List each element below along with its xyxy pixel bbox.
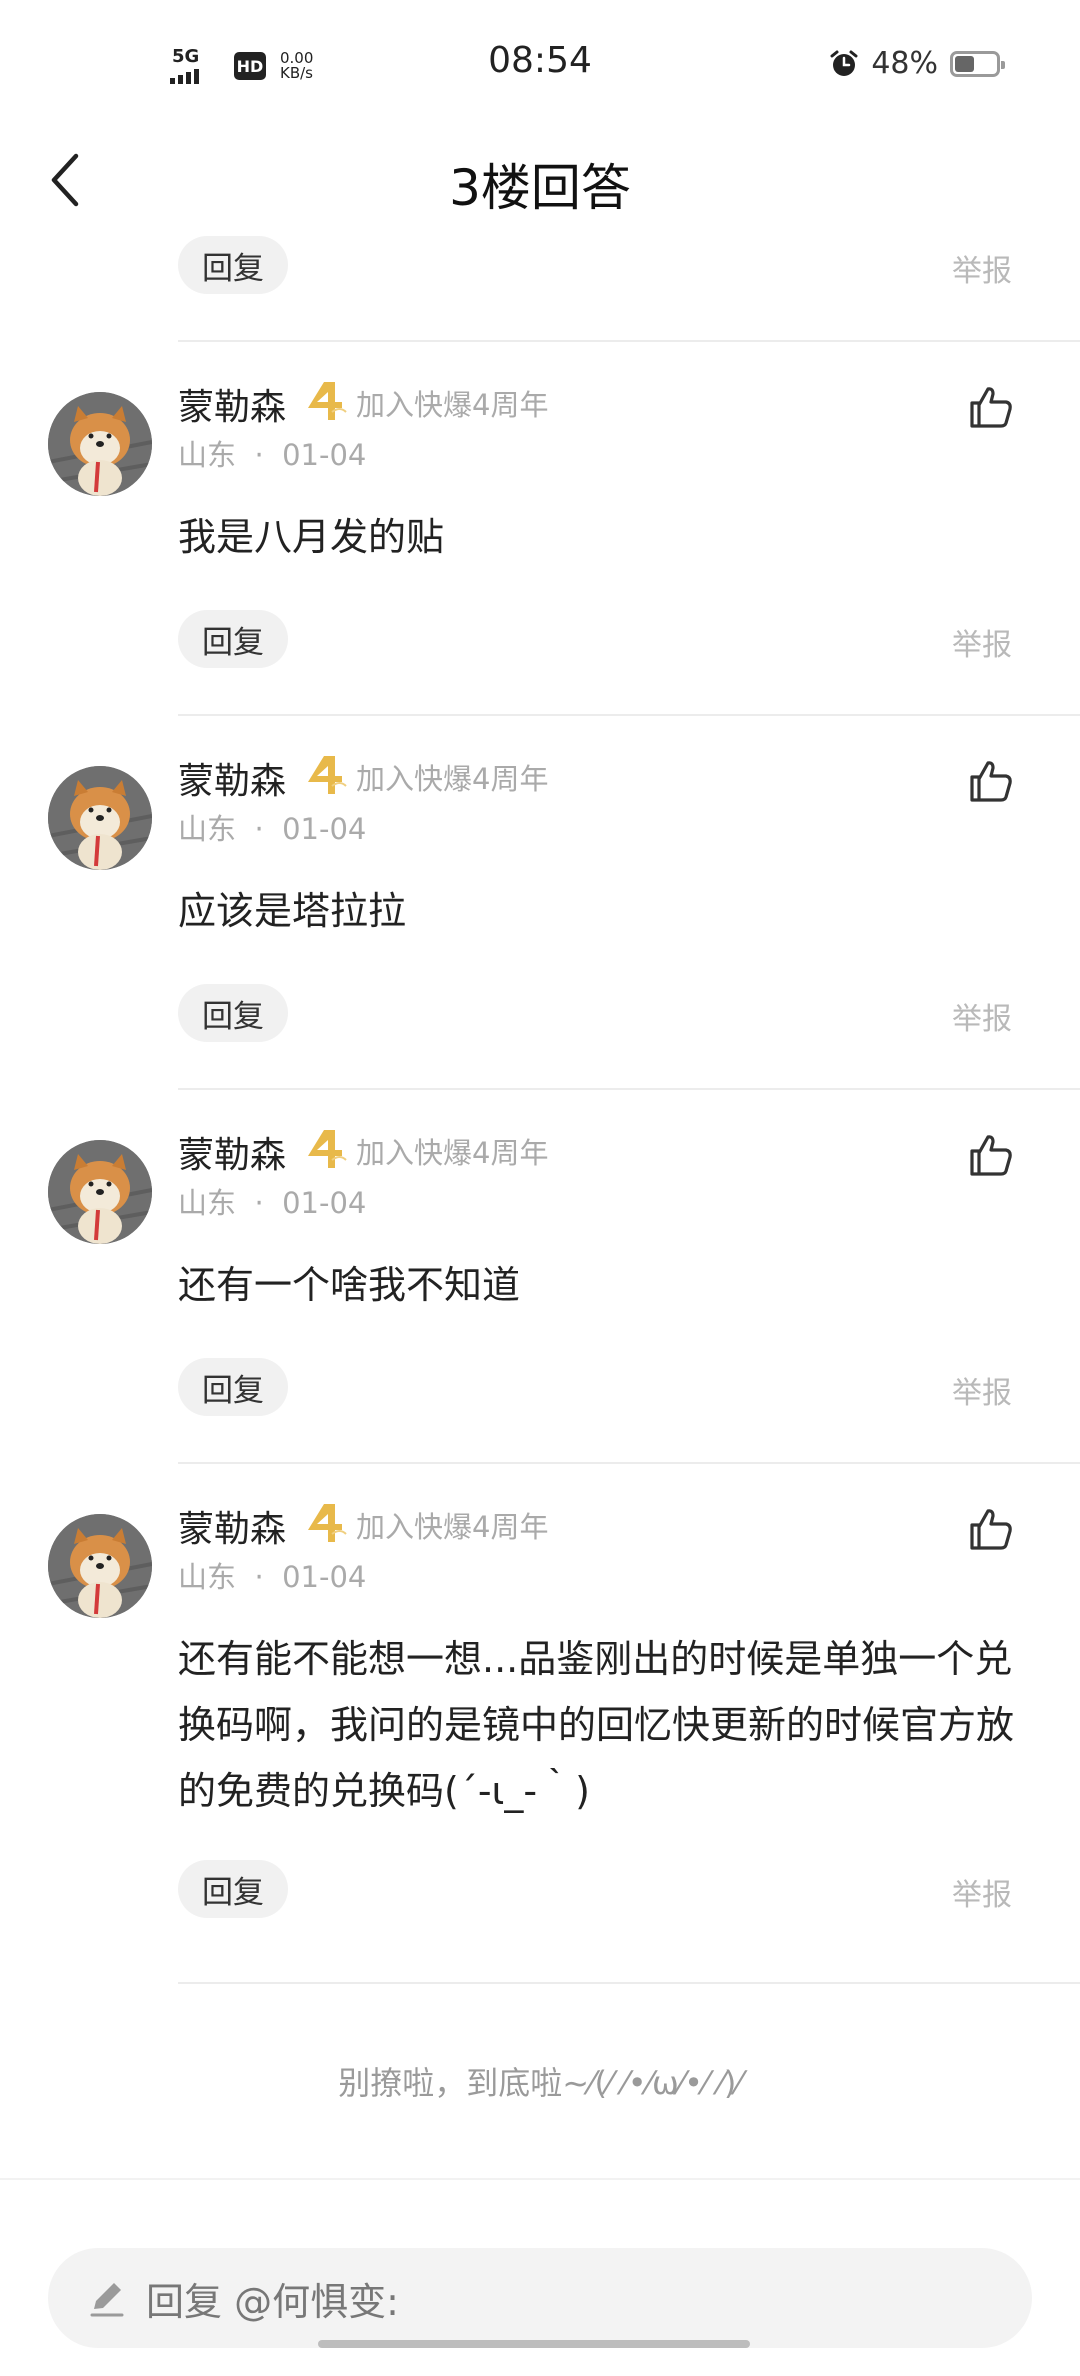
page-title: 3楼回答 xyxy=(449,159,631,217)
home-indicator[interactable] xyxy=(318,2340,750,2348)
reply-button[interactable]: 回复 xyxy=(178,984,288,1042)
battery-icon xyxy=(950,50,1005,77)
battery-percent: 48% xyxy=(871,46,938,81)
meta-separator: · xyxy=(254,1186,264,1220)
divider xyxy=(178,1088,1080,1090)
date: 01-04 xyxy=(282,1560,367,1594)
username[interactable]: 蒙勒森 xyxy=(178,1126,286,1178)
report-link[interactable]: 举报 xyxy=(952,1870,1012,1914)
anniversary-badge-icon xyxy=(308,382,347,420)
divider xyxy=(178,340,1080,342)
shiba-avatar-image xyxy=(48,392,152,496)
avatar[interactable] xyxy=(48,1514,152,1618)
page: 5G HD 0.00 KB/s 08:54 48% 3楼回答 回复 举报 蒙勒森… xyxy=(0,0,1080,2376)
comment-meta: 山东 · 01-04 xyxy=(178,432,366,474)
badge-text: 加入快爆4周年 xyxy=(356,762,549,796)
avatar[interactable] xyxy=(48,392,152,496)
anniversary-badge-icon xyxy=(308,756,347,794)
meta-separator: · xyxy=(254,1560,264,1594)
meta-separator: · xyxy=(254,812,264,846)
location: 山东 xyxy=(178,1186,237,1220)
status-right: 48% xyxy=(829,46,1005,81)
shiba-avatar-image xyxy=(48,1514,152,1618)
divider xyxy=(178,714,1080,716)
location: 山东 xyxy=(178,1560,237,1594)
thumbs-up-icon[interactable] xyxy=(966,382,1016,432)
date: 01-04 xyxy=(282,812,367,846)
comment-text: 应该是塔拉拉 xyxy=(178,889,407,933)
reply-button[interactable]: 回复 xyxy=(178,1860,288,1918)
badge-text: 加入快爆4周年 xyxy=(356,1510,549,1544)
thumbs-up-icon[interactable] xyxy=(966,756,1016,806)
comment-meta: 山东 · 01-04 xyxy=(178,806,366,848)
reply-button[interactable]: 回复 xyxy=(178,1358,288,1416)
location: 山东 xyxy=(178,438,237,472)
reply-input[interactable]: 回复 @何惧变: xyxy=(48,2248,1032,2348)
comment-text: 还有一个啥我不知道 xyxy=(178,1263,521,1307)
badge-text: 加入快爆4周年 xyxy=(356,388,549,422)
reply-input-placeholder: 回复 @何惧变: xyxy=(146,2279,399,2324)
avatar[interactable] xyxy=(48,766,152,870)
report-link[interactable]: 举报 xyxy=(952,994,1012,1038)
divider xyxy=(178,1462,1080,1464)
reply-button[interactable]: 回复 xyxy=(178,236,288,294)
shiba-avatar-image xyxy=(48,1140,152,1244)
location: 山东 xyxy=(178,812,237,846)
comment-text: 我是八月发的贴 xyxy=(178,515,445,559)
status-bar: 5G HD 0.00 KB/s 08:54 48% xyxy=(0,0,1080,130)
comment-text: 还有能不能想一想...品鉴刚出的时候是单独一个兑换码啊，我问的是镜中的回忆快更新… xyxy=(178,1637,1015,1813)
thumbs-up-icon[interactable] xyxy=(966,1130,1016,1180)
anniversary-badge-icon xyxy=(308,1504,347,1542)
end-of-list-note: 别撩啦，到底啦~⁄(⁄ ⁄•⁄ω⁄•⁄ ⁄)⁄ xyxy=(338,2064,742,2102)
comment-meta: 山东 · 01-04 xyxy=(178,1554,366,1596)
date: 01-04 xyxy=(282,1186,367,1220)
badge-text: 加入快爆4周年 xyxy=(356,1136,549,1170)
report-link[interactable]: 举报 xyxy=(952,620,1012,664)
report-link[interactable]: 举报 xyxy=(952,246,1012,290)
battery-fill xyxy=(955,55,974,72)
header: 3楼回答 xyxy=(0,130,1080,230)
alarm-icon xyxy=(830,50,858,76)
comment-meta: 山东 · 01-04 xyxy=(178,1180,366,1222)
shiba-avatar-image xyxy=(48,766,152,870)
pencil-icon xyxy=(90,2283,124,2317)
report-link[interactable]: 举报 xyxy=(952,1368,1012,1412)
reply-button[interactable]: 回复 xyxy=(178,610,288,668)
meta-separator: · xyxy=(254,438,264,472)
username[interactable]: 蒙勒森 xyxy=(178,1500,286,1552)
username[interactable]: 蒙勒森 xyxy=(178,752,286,804)
username[interactable]: 蒙勒森 xyxy=(178,378,286,430)
divider xyxy=(178,1982,1080,1984)
anniversary-badge-icon xyxy=(308,1130,347,1168)
avatar[interactable] xyxy=(48,1140,152,1244)
thumbs-up-icon[interactable] xyxy=(966,1504,1016,1554)
date: 01-04 xyxy=(282,438,367,472)
